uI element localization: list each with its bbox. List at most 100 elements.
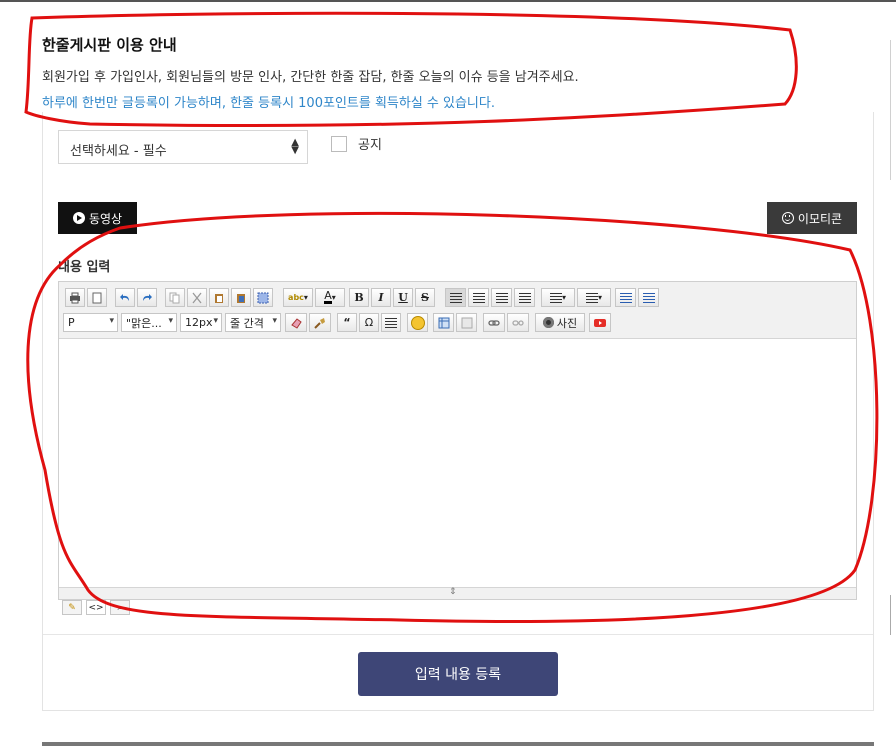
top-border — [0, 0, 896, 2]
unordered-list-button[interactable]: ▾ — [577, 288, 611, 307]
dropdown-caret-icon: ▾ — [303, 293, 308, 302]
spellcheck-icon: abc — [288, 293, 304, 302]
form-divider — [43, 634, 873, 635]
outdent-icon — [619, 292, 632, 303]
side-panel-edge-lower — [890, 595, 896, 635]
notice-checkbox[interactable] — [331, 136, 347, 152]
photo-button[interactable]: 사진 — [535, 313, 585, 332]
notice-title: 한줄게시판 이용 안내 — [42, 36, 177, 54]
emoji-button[interactable] — [407, 313, 428, 332]
line-spacing-select-value: 줄 간격 — [230, 316, 264, 330]
editor-toolbar: abc▾ A▾ B I U S ▾ ▾ P "맑은... 12px 줄 간격 “… — [59, 282, 856, 339]
new-doc-button[interactable] — [87, 288, 107, 307]
font-select[interactable]: "맑은... — [121, 313, 177, 332]
format-select-value: P — [68, 316, 75, 329]
align-left-button[interactable] — [445, 288, 466, 307]
align-center-button[interactable] — [468, 288, 489, 307]
select-all-button[interactable] — [253, 288, 273, 307]
font-color-icon: A — [324, 289, 332, 304]
italic-button[interactable]: I — [371, 288, 391, 307]
redo-button[interactable] — [137, 288, 157, 307]
font-color-button[interactable]: A ▾ — [315, 288, 345, 307]
eraser-button[interactable] — [285, 313, 307, 332]
html-mode-tab[interactable]: <> — [86, 600, 106, 615]
video-button[interactable]: 동영상 — [58, 202, 137, 234]
unlink-button[interactable] — [507, 313, 529, 332]
bullet-list-icon — [585, 292, 598, 303]
design-mode-tab[interactable]: ✎ — [62, 600, 82, 615]
code-icon: <> — [88, 602, 104, 613]
horizontal-rule-button[interactable] — [381, 313, 401, 332]
copy-icon — [169, 292, 180, 303]
smiley-icon — [410, 315, 425, 330]
notice-line-1: 회원가입 후 가입인사, 회원님들의 방문 인사, 간단한 한줄 잡담, 한줄 … — [42, 70, 579, 85]
ordered-list-icon — [549, 292, 562, 303]
editor-content-area[interactable] — [59, 339, 856, 589]
indent-icon — [642, 292, 655, 303]
paste-word-button[interactable] — [231, 288, 251, 307]
font-select-value: "맑은... — [126, 316, 162, 330]
select-arrows-icon: ▲ ▼ — [291, 137, 299, 156]
indent-button[interactable] — [638, 288, 659, 307]
print-icon — [70, 292, 80, 303]
table-icon — [438, 317, 449, 328]
youtube-button[interactable] — [589, 313, 611, 332]
emoticon-button[interactable]: 이모티콘 — [767, 202, 857, 234]
hr-icon — [385, 317, 397, 328]
editor-resize-handle[interactable]: ⇕ — [59, 587, 856, 599]
format-select[interactable]: P — [63, 313, 118, 332]
align-justify-icon — [518, 292, 531, 303]
copy-button[interactable] — [165, 288, 185, 307]
align-left-icon — [449, 292, 462, 303]
format-painter-button[interactable] — [309, 313, 331, 332]
camera-icon — [542, 317, 554, 328]
print-button[interactable] — [65, 288, 85, 307]
paste-button[interactable] — [209, 288, 229, 307]
special-char-button[interactable]: Ω — [359, 313, 379, 332]
blockquote-button[interactable]: “ — [337, 313, 357, 332]
category-select[interactable]: 선택하세요 - 필수 ▲ ▼ — [58, 130, 308, 164]
cut-button[interactable] — [187, 288, 207, 307]
undo-icon — [120, 293, 129, 301]
align-justify-button[interactable] — [514, 288, 535, 307]
dropdown-caret-icon: ▾ — [331, 293, 336, 302]
side-panel-edge — [890, 40, 896, 180]
outdent-button[interactable] — [615, 288, 636, 307]
notice-checkbox-label: 공지 — [358, 138, 382, 153]
eraser-icon — [291, 317, 302, 329]
resize-grip-icon: ⇕ — [449, 587, 457, 597]
submit-button[interactable]: 입력 내용 등록 — [358, 652, 558, 696]
spellcheck-button[interactable]: abc ▾ — [283, 288, 313, 307]
paste-word-icon — [237, 293, 245, 303]
smile-icon — [781, 212, 794, 224]
emoticon-button-label: 이모티콘 — [797, 211, 843, 226]
notice-line-2: 하루에 한번만 글등록이 가능하며, 한줄 등록시 100포인트를 획득하실 수… — [42, 96, 495, 111]
align-right-icon — [495, 292, 508, 303]
strikethrough-button[interactable]: S — [415, 288, 435, 307]
align-right-button[interactable] — [491, 288, 512, 307]
line-spacing-select[interactable]: 줄 간격 — [225, 313, 281, 332]
bottom-divider — [42, 742, 874, 746]
size-select-value: 12px — [185, 316, 213, 329]
underline-button[interactable]: U — [393, 288, 413, 307]
table-button[interactable] — [433, 313, 454, 332]
dropdown-caret-icon: ▾ — [597, 293, 602, 302]
undo-button[interactable] — [115, 288, 135, 307]
play-icon — [72, 212, 85, 224]
redo-icon — [143, 293, 152, 301]
rich-text-editor: abc▾ A▾ B I U S ▾ ▾ P "맑은... 12px 줄 간격 “… — [58, 281, 857, 600]
video-button-label: 동영상 — [88, 211, 123, 226]
clipboard-icon — [215, 293, 223, 303]
dropdown-caret-icon: ▾ — [561, 293, 566, 302]
size-select[interactable]: 12px — [180, 313, 222, 332]
page-icon — [92, 292, 102, 303]
table-edit-icon — [461, 317, 472, 328]
youtube-icon — [594, 318, 606, 327]
ordered-list-button[interactable]: ▾ — [541, 288, 575, 307]
brush-icon — [314, 317, 325, 329]
bold-button[interactable]: B — [349, 288, 369, 307]
table-edit-button[interactable] — [456, 313, 477, 332]
link-button[interactable] — [483, 313, 505, 332]
magnifier-icon: ⌕ — [117, 602, 123, 613]
preview-mode-tab[interactable]: ⌕ — [110, 600, 130, 615]
